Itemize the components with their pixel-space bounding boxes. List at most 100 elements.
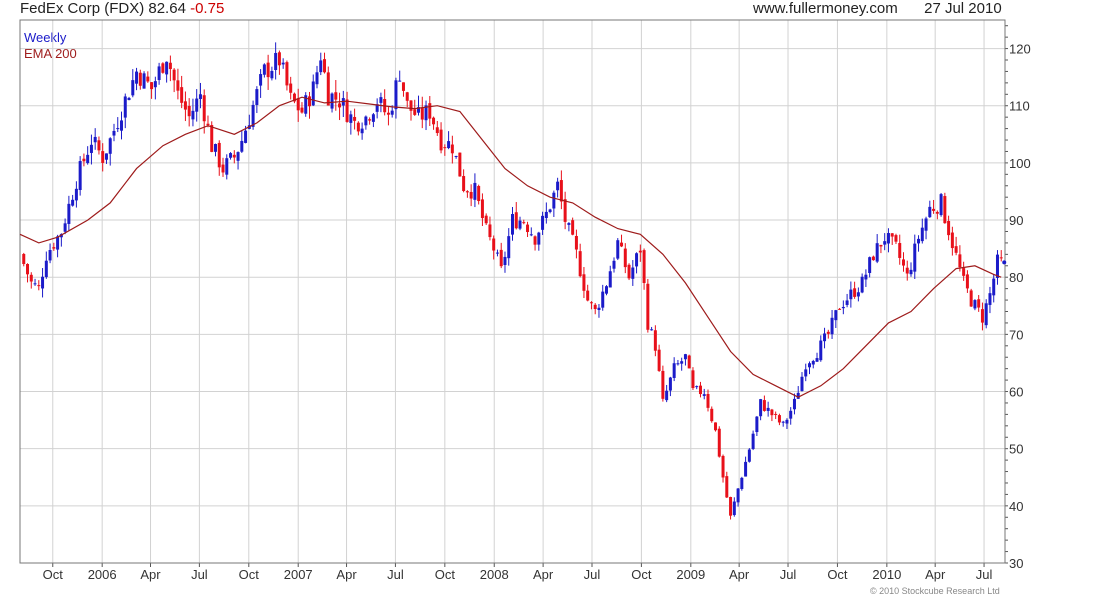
candle-body [849, 289, 853, 300]
y-tick-label: 90 [1009, 213, 1023, 228]
candle-body [330, 93, 334, 109]
candle-body [834, 310, 838, 321]
candle-body [319, 60, 323, 73]
candle-body [950, 232, 954, 249]
candle-body [150, 82, 154, 90]
candle-body [582, 274, 586, 291]
candle-body [63, 223, 67, 232]
candle-body [428, 103, 432, 119]
candle-body [875, 243, 879, 262]
candle-body [958, 254, 962, 268]
y-tick-label: 100 [1009, 156, 1031, 171]
candle-body [920, 227, 924, 242]
copyright-text: © 2010 Stockcube Research Ltd [870, 586, 1000, 596]
candle-body [86, 154, 90, 164]
candle-body [405, 92, 409, 101]
candle-body [176, 80, 180, 91]
candle-body [104, 153, 108, 160]
candle-body [574, 235, 578, 250]
candle-body [262, 64, 266, 75]
candle-body [883, 241, 887, 245]
last-price-marker [1002, 260, 1007, 265]
candle-body [289, 83, 293, 93]
candle-body [706, 393, 710, 408]
candle-body [796, 392, 800, 399]
candle-body [973, 300, 977, 309]
candle-body [364, 116, 368, 126]
x-tick-label: Jul [976, 567, 993, 582]
candle-body [695, 386, 699, 388]
candle-body [646, 283, 650, 330]
candle-body [631, 267, 635, 279]
candle-body [401, 82, 405, 91]
candle-body [856, 292, 860, 297]
candle-body [33, 283, 37, 285]
candle-body [356, 122, 360, 132]
candle-body [334, 92, 338, 100]
candle-body [477, 186, 481, 202]
candle-body [183, 101, 187, 110]
candle-body [420, 107, 424, 120]
candle-body [22, 254, 26, 265]
candle-body [635, 253, 639, 267]
candle-body [386, 112, 390, 115]
candle-body [999, 257, 1003, 259]
candle-body [841, 306, 845, 309]
candle-body [638, 250, 642, 253]
x-tick-label: Jul [780, 567, 797, 582]
candle-body [608, 271, 612, 288]
candle-body [198, 94, 202, 99]
candle-body [548, 209, 552, 213]
candle-body [210, 125, 214, 152]
candle-body [935, 211, 939, 214]
candle-body [717, 428, 721, 457]
candle-body [744, 461, 748, 477]
candle-body [811, 361, 815, 365]
candle-body [153, 81, 157, 88]
candle-body [492, 238, 496, 251]
candle-body [213, 144, 217, 152]
candle-body [559, 180, 563, 202]
candle-body [766, 407, 770, 411]
candle-body [67, 203, 71, 224]
candle-body [360, 128, 364, 134]
candle-body [905, 267, 909, 274]
x-tick-label: 2010 [872, 567, 901, 582]
candle-body [503, 256, 507, 265]
candle-body [823, 333, 827, 342]
candle-body [206, 123, 210, 126]
x-tick-label: Apr [729, 567, 750, 582]
x-tick-label: Jul [191, 567, 208, 582]
price-chart: 30 40 50 60 70 80 90 100 110 120 Oct 2006 Apr Jul Oct 2… [19, 19, 1031, 582]
candle-body [462, 176, 466, 192]
candle-body [44, 260, 48, 278]
candle-body [898, 243, 902, 258]
candle-body [138, 72, 142, 86]
candle-body [465, 191, 469, 193]
candle-body [311, 81, 315, 106]
y-tick-label: 70 [1009, 327, 1023, 342]
candle-body [458, 152, 462, 177]
candle-body [56, 236, 60, 250]
candle-body [939, 194, 943, 216]
candle-body [232, 154, 236, 158]
candle-body [729, 496, 733, 516]
candle-body [541, 215, 545, 230]
candle-body [683, 354, 687, 360]
candle-body [236, 152, 240, 161]
x-tick-label: Apr [336, 567, 357, 582]
candle-body [172, 69, 176, 81]
candle-body [864, 274, 868, 280]
candle-body [398, 80, 402, 82]
candle-body [653, 330, 657, 351]
candle-body [642, 250, 646, 284]
candle-body [781, 421, 785, 423]
y-tick-label: 120 [1009, 42, 1031, 57]
candle-body [589, 302, 593, 304]
candle-body [815, 358, 819, 362]
candle-body [108, 138, 112, 154]
candle-body [127, 97, 131, 101]
candle-body [255, 89, 259, 105]
candle-body [270, 70, 274, 79]
candle-body [221, 164, 225, 173]
